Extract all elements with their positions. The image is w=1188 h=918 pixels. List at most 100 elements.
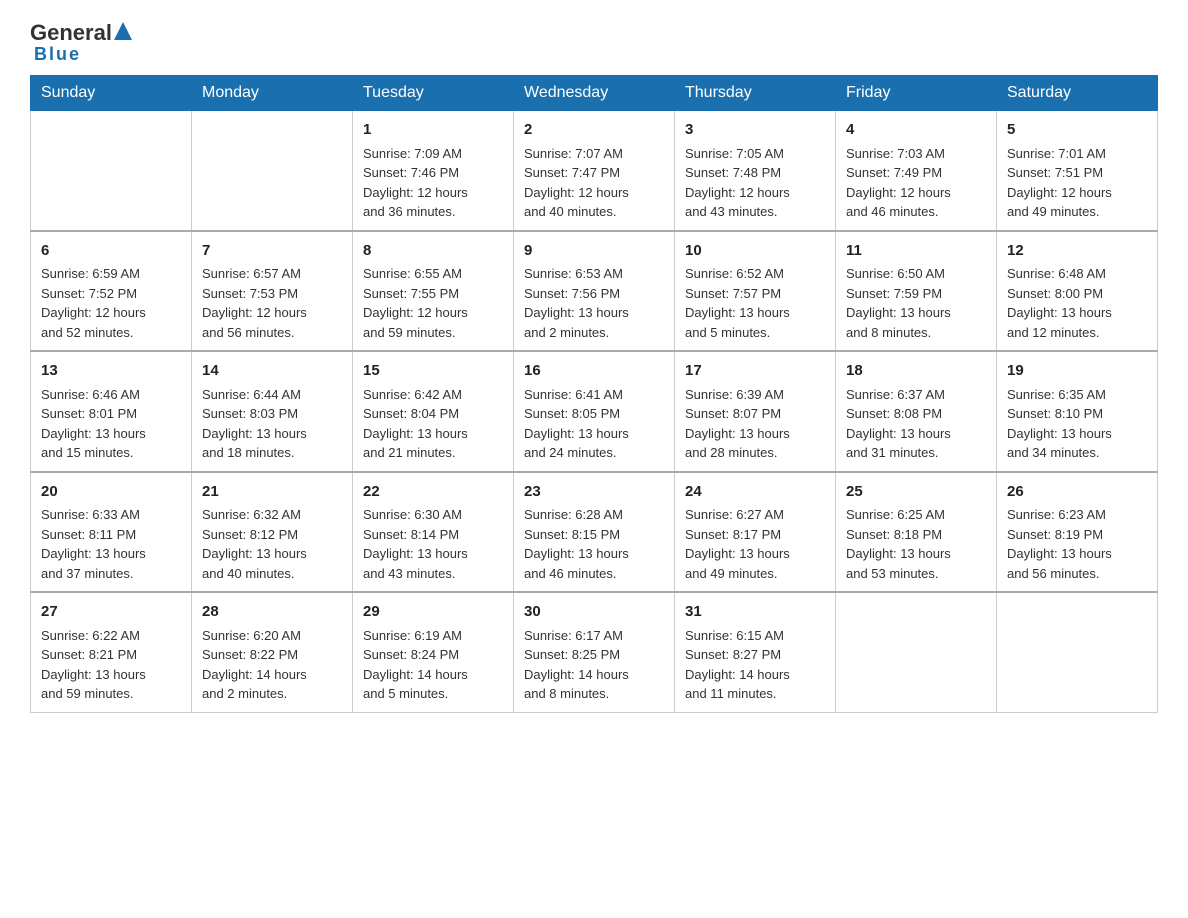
calendar-cell: 20Sunrise: 6:33 AMSunset: 8:11 PMDayligh… — [31, 472, 192, 593]
day-info-line: Daylight: 14 hours — [202, 665, 342, 685]
day-info-line: and 8 minutes. — [846, 323, 986, 343]
day-info-line: Sunrise: 6:30 AM — [363, 505, 503, 525]
day-number: 30 — [524, 601, 664, 624]
day-info-line: Sunset: 7:49 PM — [846, 163, 986, 183]
day-info-line: Sunrise: 6:20 AM — [202, 626, 342, 646]
day-info-line: Sunrise: 6:27 AM — [685, 505, 825, 525]
day-info-line: Sunrise: 6:28 AM — [524, 505, 664, 525]
day-info-line: Daylight: 13 hours — [846, 303, 986, 323]
day-number: 18 — [846, 360, 986, 383]
day-info-line: Sunset: 8:07 PM — [685, 404, 825, 424]
day-info-line: and 34 minutes. — [1007, 443, 1147, 463]
day-info-line: and 21 minutes. — [363, 443, 503, 463]
day-number: 28 — [202, 601, 342, 624]
day-info-line: and 5 minutes. — [685, 323, 825, 343]
day-number: 8 — [363, 240, 503, 263]
day-number: 22 — [363, 481, 503, 504]
day-info-line: and 15 minutes. — [41, 443, 181, 463]
calendar-cell: 23Sunrise: 6:28 AMSunset: 8:15 PMDayligh… — [514, 472, 675, 593]
day-info-line: Daylight: 13 hours — [685, 544, 825, 564]
weekday-header-thursday: Thursday — [675, 76, 836, 111]
calendar-cell: 25Sunrise: 6:25 AMSunset: 8:18 PMDayligh… — [836, 472, 997, 593]
day-info-line: Sunrise: 6:39 AM — [685, 385, 825, 405]
day-number: 14 — [202, 360, 342, 383]
day-number: 6 — [41, 240, 181, 263]
day-info-line: Daylight: 12 hours — [363, 183, 503, 203]
day-info-line: Sunrise: 6:52 AM — [685, 264, 825, 284]
calendar-cell: 10Sunrise: 6:52 AMSunset: 7:57 PMDayligh… — [675, 231, 836, 352]
day-info-line: Sunset: 8:14 PM — [363, 525, 503, 545]
calendar-cell: 9Sunrise: 6:53 AMSunset: 7:56 PMDaylight… — [514, 231, 675, 352]
day-info-line: Daylight: 14 hours — [685, 665, 825, 685]
day-info-line: Daylight: 13 hours — [41, 424, 181, 444]
calendar-cell: 7Sunrise: 6:57 AMSunset: 7:53 PMDaylight… — [192, 231, 353, 352]
day-info-line: Sunset: 7:47 PM — [524, 163, 664, 183]
day-info-line: Sunset: 8:22 PM — [202, 645, 342, 665]
day-info-line: Sunset: 7:56 PM — [524, 284, 664, 304]
day-info-line: Daylight: 13 hours — [1007, 544, 1147, 564]
day-info-line: Sunrise: 6:35 AM — [1007, 385, 1147, 405]
day-number: 23 — [524, 481, 664, 504]
calendar-cell — [997, 592, 1158, 712]
calendar-cell: 1Sunrise: 7:09 AMSunset: 7:46 PMDaylight… — [353, 111, 514, 231]
calendar-cell: 2Sunrise: 7:07 AMSunset: 7:47 PMDaylight… — [514, 111, 675, 231]
calendar-cell: 18Sunrise: 6:37 AMSunset: 8:08 PMDayligh… — [836, 351, 997, 472]
day-info-line: and 40 minutes. — [524, 202, 664, 222]
day-info-line: Sunrise: 6:44 AM — [202, 385, 342, 405]
day-info-line: Sunrise: 6:42 AM — [363, 385, 503, 405]
calendar-cell: 3Sunrise: 7:05 AMSunset: 7:48 PMDaylight… — [675, 111, 836, 231]
calendar-cell: 21Sunrise: 6:32 AMSunset: 8:12 PMDayligh… — [192, 472, 353, 593]
day-number: 31 — [685, 601, 825, 624]
day-info-line: and 18 minutes. — [202, 443, 342, 463]
day-number: 20 — [41, 481, 181, 504]
day-info-line: Daylight: 12 hours — [363, 303, 503, 323]
day-info-line: and 24 minutes. — [524, 443, 664, 463]
day-info-line: Daylight: 12 hours — [685, 183, 825, 203]
day-info-line: Sunrise: 7:07 AM — [524, 144, 664, 164]
day-info-line: Sunset: 8:12 PM — [202, 525, 342, 545]
day-info-line: Daylight: 13 hours — [685, 303, 825, 323]
calendar-cell: 13Sunrise: 6:46 AMSunset: 8:01 PMDayligh… — [31, 351, 192, 472]
calendar-cell — [31, 111, 192, 231]
day-info-line: Sunrise: 7:01 AM — [1007, 144, 1147, 164]
calendar-cell: 22Sunrise: 6:30 AMSunset: 8:14 PMDayligh… — [353, 472, 514, 593]
day-info-line: Sunset: 8:17 PM — [685, 525, 825, 545]
day-info-line: and 49 minutes. — [685, 564, 825, 584]
day-info-line: Daylight: 13 hours — [41, 544, 181, 564]
day-info-line: and 46 minutes. — [846, 202, 986, 222]
calendar-cell: 30Sunrise: 6:17 AMSunset: 8:25 PMDayligh… — [514, 592, 675, 712]
calendar-cell — [192, 111, 353, 231]
calendar-cell: 16Sunrise: 6:41 AMSunset: 8:05 PMDayligh… — [514, 351, 675, 472]
day-info-line: Sunset: 8:15 PM — [524, 525, 664, 545]
day-info-line: Daylight: 12 hours — [524, 183, 664, 203]
day-number: 4 — [846, 119, 986, 142]
day-info-line: Sunset: 8:10 PM — [1007, 404, 1147, 424]
day-info-line: and 31 minutes. — [846, 443, 986, 463]
day-info-line: Daylight: 13 hours — [524, 544, 664, 564]
day-info-line: Daylight: 14 hours — [363, 665, 503, 685]
day-info-line: Sunrise: 6:37 AM — [846, 385, 986, 405]
day-info-line: Daylight: 13 hours — [1007, 424, 1147, 444]
weekday-header-row: SundayMondayTuesdayWednesdayThursdayFrid… — [31, 76, 1158, 111]
day-info-line: and 59 minutes. — [363, 323, 503, 343]
calendar-cell: 24Sunrise: 6:27 AMSunset: 8:17 PMDayligh… — [675, 472, 836, 593]
day-info-line: Sunrise: 6:17 AM — [524, 626, 664, 646]
day-info-line: Daylight: 13 hours — [202, 424, 342, 444]
day-info-line: Sunset: 7:52 PM — [41, 284, 181, 304]
calendar-cell: 29Sunrise: 6:19 AMSunset: 8:24 PMDayligh… — [353, 592, 514, 712]
day-info-line: Sunset: 8:18 PM — [846, 525, 986, 545]
day-info-line: Sunrise: 6:19 AM — [363, 626, 503, 646]
day-number: 1 — [363, 119, 503, 142]
day-info-line: Sunset: 8:27 PM — [685, 645, 825, 665]
day-number: 9 — [524, 240, 664, 263]
day-number: 17 — [685, 360, 825, 383]
day-info-line: Sunset: 8:01 PM — [41, 404, 181, 424]
day-info-line: and 52 minutes. — [41, 323, 181, 343]
day-info-line: Sunset: 8:21 PM — [41, 645, 181, 665]
day-info-line: and 2 minutes. — [524, 323, 664, 343]
calendar-cell: 11Sunrise: 6:50 AMSunset: 7:59 PMDayligh… — [836, 231, 997, 352]
day-info-line: and 8 minutes. — [524, 684, 664, 704]
calendar-week-row: 13Sunrise: 6:46 AMSunset: 8:01 PMDayligh… — [31, 351, 1158, 472]
day-info-line: and 56 minutes. — [202, 323, 342, 343]
day-info-line: Daylight: 12 hours — [1007, 183, 1147, 203]
